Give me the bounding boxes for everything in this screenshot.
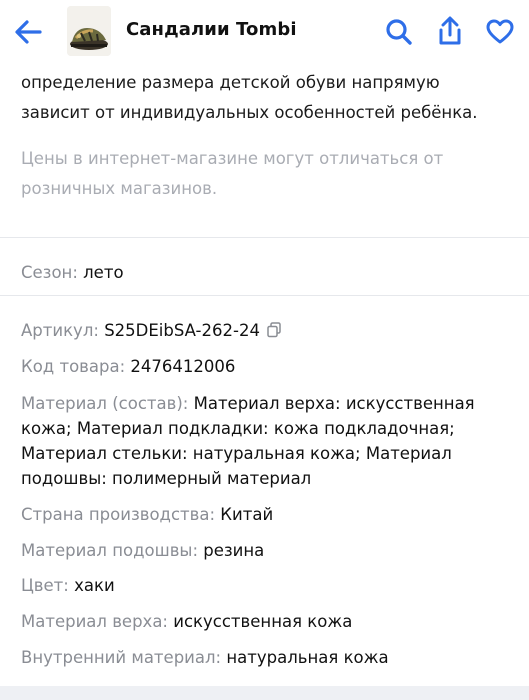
- spec-row-color: Цвет: хаки: [21, 573, 511, 598]
- article-label: Артикул:: [21, 321, 99, 340]
- inner-value: натуральная кожа: [226, 648, 389, 667]
- share-button[interactable]: [433, 12, 467, 50]
- season-label: Сезон:: [21, 263, 78, 282]
- favorite-button[interactable]: [483, 14, 517, 50]
- composition-label: Материал (состав):: [21, 394, 189, 413]
- upper-value: искусственная кожа: [173, 612, 353, 631]
- sandal-image: [67, 6, 111, 56]
- product-code-label: Код товара:: [21, 357, 126, 376]
- search-icon: [386, 19, 412, 45]
- search-button[interactable]: [382, 14, 416, 50]
- inner-label: Внутренний материал:: [21, 648, 222, 667]
- back-button[interactable]: [8, 14, 48, 50]
- copy-icon[interactable]: [267, 320, 281, 345]
- country-label: Страна производства:: [21, 505, 216, 524]
- season-row: Сезон: лето: [21, 260, 511, 285]
- divider: [0, 237, 529, 238]
- section-separator: [0, 686, 529, 700]
- season-value: лето: [83, 263, 124, 282]
- price-note: Цены в интернет-магазине могут отличатьс…: [21, 149, 444, 198]
- heart-icon: [486, 19, 514, 44]
- size-description: определение размера детской обуви напрям…: [21, 73, 478, 122]
- divider: [0, 295, 529, 296]
- spec-row-country: Страна производства: Китай: [21, 502, 511, 527]
- top-bar: Сандалии Tombi: [0, 0, 529, 64]
- page-title: Сандалии Tombi: [126, 19, 297, 40]
- sole-label: Материал подошвы:: [21, 541, 199, 560]
- arrow-left-icon: [15, 20, 42, 44]
- spec-row-composition: Материал (состав): Материал верха: искус…: [21, 391, 511, 491]
- spec-row-product-code: Код товара: 2476412006: [21, 354, 511, 379]
- share-icon: [439, 16, 461, 45]
- country-value: Китай: [220, 505, 274, 524]
- product-thumbnail[interactable]: [67, 6, 111, 56]
- color-label: Цвет:: [21, 576, 69, 595]
- spec-row-upper: Материал верха: искусственная кожа: [21, 609, 511, 634]
- color-value: хаки: [74, 576, 115, 595]
- spec-row-article: Артикул: S25DEibSA-262-24: [21, 318, 511, 345]
- spec-row-inner: Внутренний материал: натуральная кожа: [21, 645, 511, 670]
- sole-value: резина: [203, 541, 265, 560]
- article-value[interactable]: S25DEibSA-262-24: [104, 321, 260, 340]
- spec-row-sole: Материал подошвы: резина: [21, 538, 511, 563]
- upper-label: Материал верха:: [21, 612, 168, 631]
- product-code-value: 2476412006: [130, 357, 236, 376]
